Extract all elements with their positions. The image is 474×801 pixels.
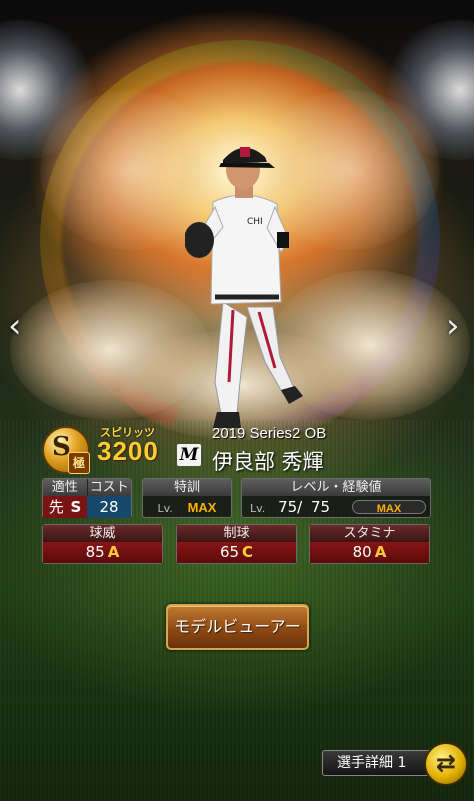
svg-text:CHI: CHI <box>247 217 263 227</box>
player-detail-button[interactable]: 選手詳細 1 ⇄ <box>322 742 468 786</box>
rank-badge: S 極 <box>42 426 90 474</box>
level-current: 75 <box>278 498 298 516</box>
level-panel: レベル・経験値 Lv. 75/ 75 MAX <box>241 478 431 518</box>
spirits-value: 3200 <box>97 436 159 466</box>
level-separator: / <box>297 498 303 516</box>
aptitude-cost-value-row: 先 S 28 <box>43 496 131 518</box>
position-label: 先 <box>48 498 64 516</box>
stat-value-row: 80 A <box>310 542 429 563</box>
card-header: S 極 スピリッツ 3200 M 2019 Series2 OB 伊良部 秀輝 <box>42 424 442 474</box>
stat-value: 85 <box>85 543 105 561</box>
training-value: Lv. MAX <box>143 496 231 518</box>
swap-arrows-icon[interactable]: ⇄ <box>424 742 468 786</box>
stat-grade: A <box>374 543 387 561</box>
exp-max: MAX <box>376 503 402 515</box>
training-header: 特訓 <box>143 479 231 496</box>
stat-name: スタミナ <box>310 525 429 542</box>
stat-value-row: 85 A <box>43 542 162 563</box>
stat-grade: C <box>242 543 254 561</box>
team-logo-icon: M <box>177 444 201 466</box>
aptitude-cost-panel: 適性 コスト 先 S 28 <box>42 478 132 518</box>
next-arrow[interactable]: › <box>446 306 460 346</box>
stat-velocity: 球威 85 A <box>42 524 163 564</box>
stat-stamina: スタミナ 80 A <box>309 524 430 564</box>
stat-name: 制球 <box>177 525 296 542</box>
aptitude-value: 先 S <box>43 496 87 518</box>
model-viewer-button[interactable]: モデルビューアー <box>166 604 309 650</box>
stat-value: 65 <box>219 543 240 561</box>
player-image: CHI <box>185 147 303 428</box>
exp-bar: MAX <box>352 500 426 515</box>
player-name: 伊良部 秀輝 <box>212 450 324 474</box>
rank-sub-badge: 極 <box>68 452 90 474</box>
series-label: 2019 Series2 OB <box>212 425 327 442</box>
stat-grade: A <box>107 543 120 561</box>
stat-value-row: 65 C <box>177 542 296 563</box>
position-grade: S <box>70 498 82 516</box>
prev-arrow[interactable]: ‹ <box>8 306 22 346</box>
level-max: 75 <box>311 498 331 516</box>
stat-name: 球威 <box>43 525 162 542</box>
level-header: レベル・経験値 <box>242 479 430 496</box>
training-lv-label: Lv. <box>157 502 173 515</box>
player-detail-label: 選手詳細 1 <box>322 750 438 776</box>
level-lv-label: Lv. <box>250 502 266 515</box>
level-value-row: Lv. 75/ 75 MAX <box>242 496 430 518</box>
training-panel: 特訓 Lv. MAX <box>142 478 232 518</box>
training-max: MAX <box>187 500 217 515</box>
cost-value: 28 <box>87 496 131 518</box>
aptitude-header: 適性 <box>43 479 88 496</box>
stat-control: 制球 65 C <box>176 524 297 564</box>
aptitude-cost-header-row: 適性 コスト <box>43 479 131 496</box>
stat-value: 80 <box>352 543 372 561</box>
cost-header: コスト <box>87 479 131 496</box>
